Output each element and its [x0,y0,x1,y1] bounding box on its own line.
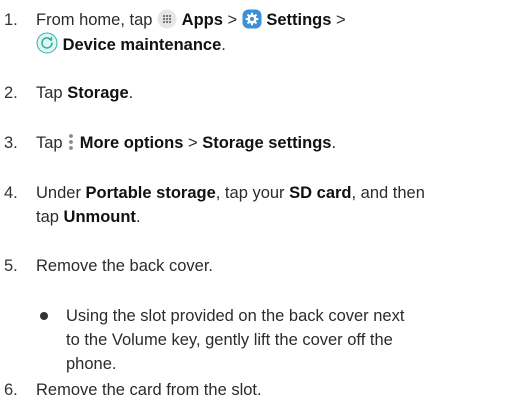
device-maintenance-label: Device maintenance [62,36,222,54]
step-4-mid: , tap your [215,184,285,202]
bullet-text: Using the slot provided on the back cove… [66,304,404,376]
path-separator: > [187,134,198,152]
bullet-line: to the Volume key, gently lift the cover… [66,331,393,349]
step-text: Under Portable storage, tap your SD card… [36,181,425,229]
settings-gear-icon [242,9,262,36]
period: . [128,84,134,102]
unmount-label: Unmount [63,208,136,226]
step-text: Remove the card from the slot. [36,381,262,399]
step-4-tap: tap [36,208,59,226]
device-maintenance-icon [36,32,58,61]
portable-storage-label: Portable storage [85,184,216,202]
step-1-intro: From home, tap [36,11,153,29]
period: . [331,134,337,152]
step-number: 4. [4,184,18,202]
step-text: Tap Storage. [36,81,133,105]
step-4-intro: Under [36,184,81,202]
bullet-line: Using the slot provided on the back cove… [66,307,405,325]
apps-label: Apps [181,11,223,29]
step-3-intro: Tap [36,134,63,152]
step-number: 2. [4,84,18,102]
settings-label: Settings [266,11,332,29]
step-text: From home, tap Apps > Settings > Device … [36,8,346,56]
path-separator: > [336,11,346,29]
path-separator: > [227,11,238,29]
step-2-intro: Tap [36,84,63,102]
bullet-marker [40,312,48,320]
more-options-label: More options [79,134,184,152]
sd-card-label: SD card [289,184,352,202]
period: . [221,36,226,54]
step-number: 6. [4,381,18,399]
instructions-page: 1. From home, tap Apps > Settings > Devi… [0,0,526,409]
storage-label: Storage [67,84,129,102]
step-4-post: , and then [351,184,425,202]
step-text: Tap More options > Storage settings. [36,131,336,155]
period: . [135,208,141,226]
step-number: 3. [4,134,18,152]
step-number: 5. [4,257,18,275]
more-options-vertical-dots-icon [67,132,75,159]
bullet-line: phone. [66,355,117,373]
storage-settings-label: Storage settings [202,134,332,152]
step-text: Remove the back cover. [36,257,214,275]
step-number: 1. [4,11,18,29]
